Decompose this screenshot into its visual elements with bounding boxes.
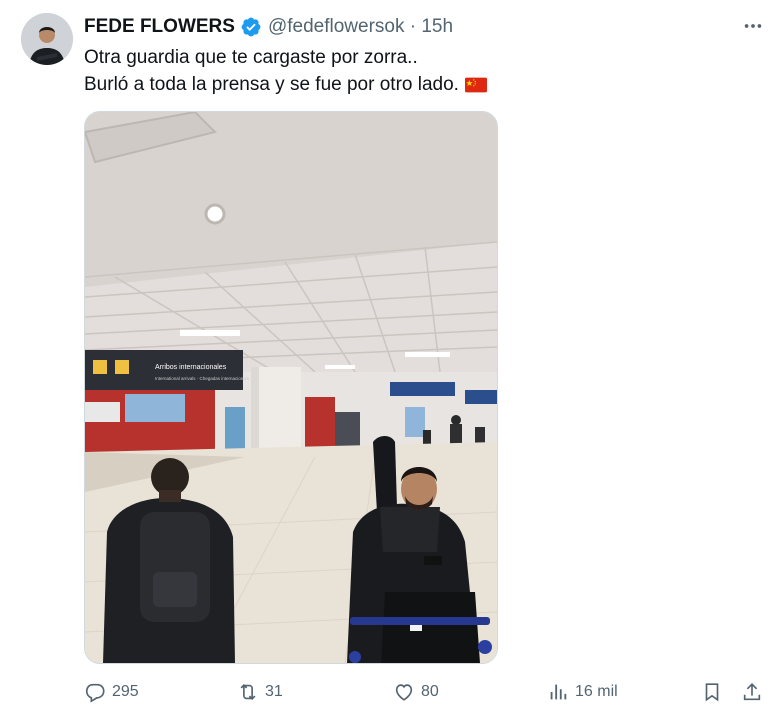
tweet-text-line-1: Otra guardia que te cargaste por zorra.. bbox=[84, 47, 418, 68]
more-dots-icon bbox=[744, 24, 762, 28]
share-button[interactable] bbox=[741, 678, 763, 706]
like-button[interactable]: 80 bbox=[393, 678, 439, 706]
reply-count: 295 bbox=[112, 683, 139, 700]
bookmark-button[interactable] bbox=[701, 678, 723, 706]
display-name[interactable]: FEDE FLOWERS bbox=[84, 16, 235, 38]
verified-badge-icon bbox=[240, 16, 262, 38]
tweet-text: Otra guardia que te cargaste por zorra..… bbox=[84, 44, 684, 98]
china-flag-icon bbox=[464, 74, 487, 93]
tweet-photo[interactable]: Arribos internacionales International ar… bbox=[84, 111, 498, 664]
share-icon bbox=[743, 683, 761, 701]
avatar[interactable] bbox=[21, 13, 73, 65]
tweet-text-line-2: Burló a toda la prensa y se fue por otro… bbox=[84, 74, 459, 95]
more-options-button[interactable] bbox=[738, 14, 768, 38]
views-count: 16 mil bbox=[575, 683, 618, 700]
views-chart-icon bbox=[550, 684, 567, 700]
tweet-card: FEDE FLOWERS @fedeflowersok · 15h Otra g… bbox=[0, 0, 770, 718]
like-count: 80 bbox=[421, 683, 439, 700]
arrivals-sign-subtext: International arrivals · Chegadas intern… bbox=[155, 376, 250, 381]
bookmark-icon bbox=[705, 683, 719, 702]
views-button[interactable]: 16 mil bbox=[547, 678, 618, 706]
tweet-actions: 295 31 80 16 mil bbox=[0, 678, 770, 708]
repost-icon bbox=[240, 683, 256, 701]
reply-icon bbox=[85, 683, 105, 703]
handle-and-time[interactable]: @fedeflowersok · 15h bbox=[268, 16, 453, 38]
arrivals-sign-text: Arribos internacionales bbox=[155, 364, 227, 371]
reply-button[interactable]: 295 bbox=[84, 678, 139, 706]
heart-icon bbox=[395, 684, 413, 701]
repost-button[interactable]: 31 bbox=[237, 678, 283, 706]
repost-count: 31 bbox=[265, 683, 283, 700]
tweet-header: FEDE FLOWERS @fedeflowersok · 15h bbox=[84, 14, 453, 40]
